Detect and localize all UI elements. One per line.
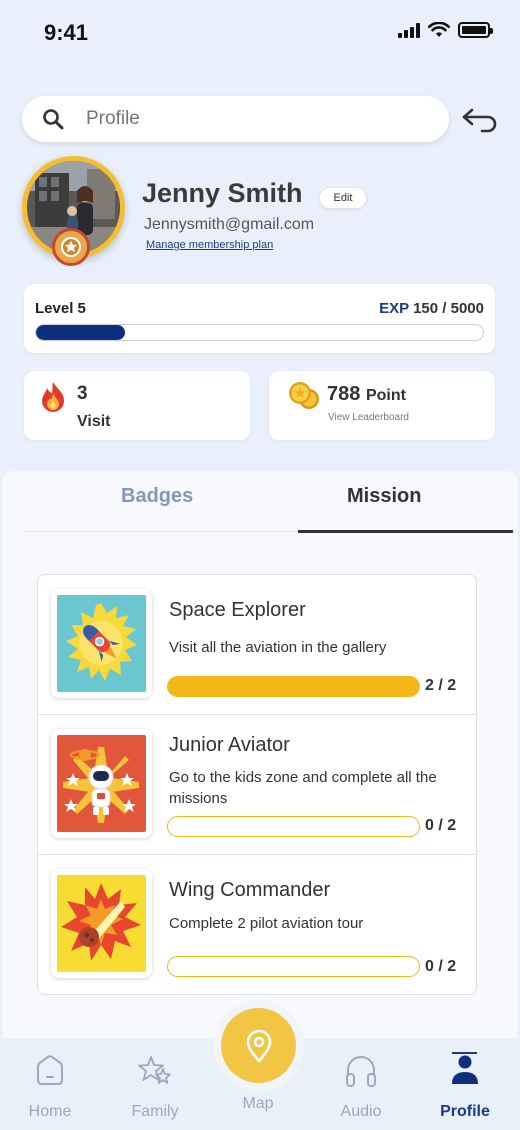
active-tab-indicator [298,530,513,533]
nav-family[interactable]: Family [105,1038,205,1130]
mission-count: 2 / 2 [425,677,457,694]
mission-progress-bar [167,676,420,697]
exp-key: EXP [379,300,409,317]
home-icon [37,1055,63,1085]
mission-thumbnail [51,869,152,978]
battery-icon [458,22,493,38]
mission-progress-fill [168,677,419,696]
nav-audio[interactable]: Audio [311,1038,411,1130]
nav-label: Profile [440,1103,490,1120]
search-input[interactable] [86,108,386,130]
mission-title: Space Explorer [169,599,306,621]
mission-thumbnail [51,589,152,698]
nav-label: Home [28,1103,72,1120]
tab-mission[interactable]: Mission [347,485,421,508]
star-icon [61,237,81,257]
nav-label: Audio [340,1103,382,1120]
mission-item[interactable]: Wing Commander Complete 2 pilot aviation… [38,855,476,994]
search-bar[interactable] [22,96,449,142]
mission-description: Complete 2 pilot aviation tour [169,915,364,932]
mission-item[interactable]: Junior Aviator Go to the kids zone and c… [38,715,476,855]
mission-title: Wing Commander [169,879,331,901]
search-icon [43,109,64,130]
manage-membership-link[interactable]: Manage membership plan [146,239,273,251]
exp-value: 150 / 5000 [413,300,484,317]
mission-progress-bar [167,816,420,837]
points-value: 788 [327,383,361,405]
person-icon [452,1055,478,1084]
nav-label: Family [131,1103,179,1120]
view-leaderboard-link[interactable]: View Leaderboard [328,412,409,423]
status-icons [398,22,493,38]
tab-badges[interactable]: Badges [121,485,193,508]
user-name: Jenny Smith [142,178,303,208]
level-progress-fill [36,325,126,340]
nav-home[interactable]: Home [0,1038,100,1130]
active-nav-indicator [452,1052,477,1054]
visit-label: Visit [77,413,111,430]
mission-description: Go to the kids zone and complete all the… [169,769,437,807]
user-email: Jennysmith@gmail.com [144,216,315,233]
cellular-signal-icon [398,22,420,38]
stars-icon [138,1056,171,1084]
membership-star-badge [52,228,90,266]
fire-icon [42,382,64,412]
level-progress-bar [35,324,484,341]
wifi-icon [428,22,450,37]
visit-count: 3 [77,383,88,404]
mission-count: 0 / 2 [425,817,457,834]
status-time: 9:41 [44,20,89,45]
mission-count: 0 / 2 [425,958,457,975]
mission-title: Junior Aviator [169,734,290,756]
coins-icon [289,382,319,409]
map-button[interactable] [221,1008,296,1083]
astronaut-icon [57,735,146,832]
points-card: 788 Point View Leaderboard [269,371,495,440]
nav-map-label: Map [242,1095,274,1112]
rocket-icon [57,595,146,692]
level-label: Level 5 [35,300,86,317]
mission-description: Visit all the aviation in the gallery [169,639,387,656]
level-card: Level 5 EXP 150 / 5000 [24,284,495,353]
back-arrow-icon[interactable] [460,104,500,136]
status-bar: 9:41 [0,0,520,64]
mission-list: Space Explorer Visit all the aviation in… [37,574,477,995]
headphones-icon [346,1056,376,1087]
exp-readout: EXP 150 / 5000 [379,300,484,317]
mission-progress-bar [167,956,420,977]
mission-thumbnail [51,729,152,838]
visit-card: 3 Visit [24,371,250,440]
mission-item[interactable]: Space Explorer Visit all the aviation in… [38,575,476,715]
points-unit: Point [365,387,406,404]
edit-profile-button[interactable]: Edit [319,187,367,209]
map-pin-icon [246,1029,271,1062]
comet-icon [57,875,146,972]
points-readout: 788 Point [327,383,406,406]
